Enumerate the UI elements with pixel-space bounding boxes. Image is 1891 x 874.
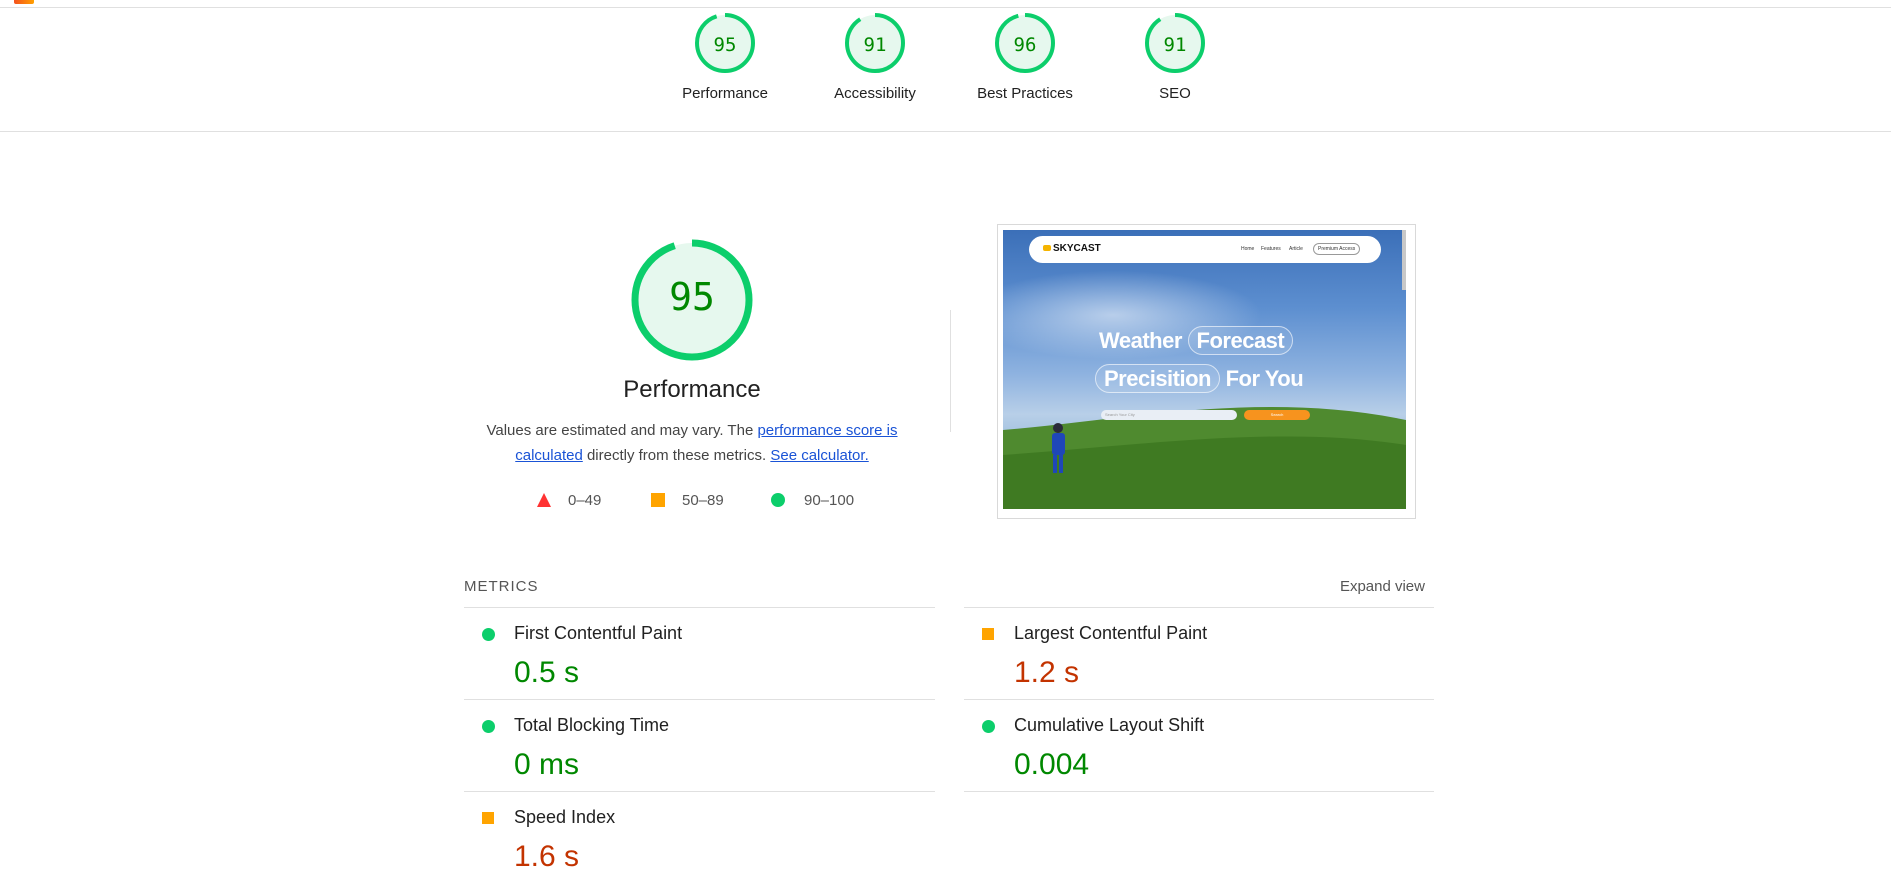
screenshot-premium-button: Premium Access: [1313, 243, 1361, 255]
person-figure-icon: [1052, 423, 1065, 473]
score-legend: 0–49 50–89 90–100: [530, 490, 890, 512]
gauge-label: Best Practices: [977, 85, 1073, 102]
metric-name: Total Blocking Time: [514, 715, 670, 735]
average-square-icon: [651, 493, 665, 507]
gauge-score: 96: [1013, 34, 1037, 56]
gauge-score: 91: [863, 34, 887, 56]
see-calculator-link[interactable]: See calculator.: [770, 447, 868, 464]
metric-value: 1.2 s: [1014, 656, 1080, 689]
gauge-label: Performance: [682, 85, 768, 102]
gauge-seo[interactable]: 91 SEO: [1115, 12, 1235, 102]
screenshot-nav-item: Features: [1261, 246, 1281, 252]
metric-largest-contentful-paint: Largest Contentful Paint 1.2 s: [964, 608, 1434, 700]
divider: [950, 310, 951, 432]
gauge-best-practices[interactable]: 96 Best Practices: [965, 12, 1085, 102]
divider: [964, 791, 1434, 792]
metric-cumulative-layout-shift: Cumulative Layout Shift 0.004: [964, 700, 1434, 792]
performance-score: 95: [669, 275, 715, 319]
performance-title: Performance: [623, 376, 761, 403]
gauge-label: Accessibility: [834, 85, 916, 102]
average-square-icon: [982, 628, 994, 640]
metric-name: Cumulative Layout Shift: [1014, 715, 1205, 735]
screenshot-search-input: Search Your City: [1101, 410, 1237, 420]
metric-total-blocking-time: Total Blocking Time 0 ms: [464, 700, 934, 792]
description-text: Values are estimated and may vary. The: [486, 422, 758, 439]
average-square-icon: [482, 812, 494, 824]
metric-speed-index: Speed Index 1.6 s: [464, 792, 934, 873]
metric-value: 1.6 s: [514, 840, 580, 873]
pass-circle-icon: [482, 628, 495, 641]
performance-description: Values are estimated and may vary. The p…: [474, 418, 910, 468]
gauge-score: 91: [1163, 34, 1187, 56]
score-summary: 95 Performance 91 Accessibility 96 Best …: [0, 8, 1891, 132]
screenshot-hero-line2: Precisition For You: [1095, 364, 1304, 393]
gauge-performance[interactable]: 95 Performance: [665, 12, 785, 102]
metrics-heading: METRICS: [464, 578, 539, 595]
screenshot-hero-line1: Weather Forecast: [1099, 326, 1294, 355]
screenshot-brand: SKYCAST: [1043, 243, 1101, 254]
screenshot-navbar: SKYCAST Home Features Article Premium Ac…: [1029, 236, 1381, 263]
pass-circle-icon: [771, 493, 785, 507]
pass-circle-icon: [982, 720, 995, 733]
screenshot-search-button: Search: [1244, 410, 1310, 420]
screenshot-scrollbar: [1402, 230, 1406, 290]
pass-circle-icon: [482, 720, 495, 733]
gauge-score: 95: [713, 34, 737, 56]
metric-name: Largest Contentful Paint: [1014, 623, 1208, 643]
metric-first-contentful-paint: First Contentful Paint 0.5 s: [464, 608, 934, 700]
screenshot-image: SKYCAST Home Features Article Premium Ac…: [1003, 230, 1406, 509]
metric-name: First Contentful Paint: [514, 623, 683, 643]
metric-name: Speed Index: [514, 807, 616, 827]
gauge-label: SEO: [1159, 85, 1191, 102]
gauge-accessibility[interactable]: 91 Accessibility: [815, 12, 935, 102]
metric-value: 0 ms: [514, 748, 580, 781]
top-bar: [0, 0, 1891, 8]
legend-fail: 0–49: [568, 492, 602, 509]
description-text: directly from these metrics.: [582, 447, 771, 464]
legend-average: 50–89: [682, 492, 724, 509]
screenshot-nav-item: Article: [1289, 246, 1303, 252]
screenshot-nav-item: Home: [1241, 246, 1255, 252]
brand-logo-icon: [1043, 245, 1051, 251]
final-screenshot[interactable]: SKYCAST Home Features Article Premium Ac…: [997, 224, 1416, 519]
metric-value: 0.5 s: [514, 656, 580, 689]
metric-value: 0.004: [1014, 748, 1090, 781]
fail-triangle-icon: [537, 493, 551, 507]
lighthouse-logo-icon: [14, 0, 34, 4]
legend-pass: 90–100: [804, 492, 855, 509]
expand-view-toggle[interactable]: Expand view: [1300, 578, 1425, 595]
